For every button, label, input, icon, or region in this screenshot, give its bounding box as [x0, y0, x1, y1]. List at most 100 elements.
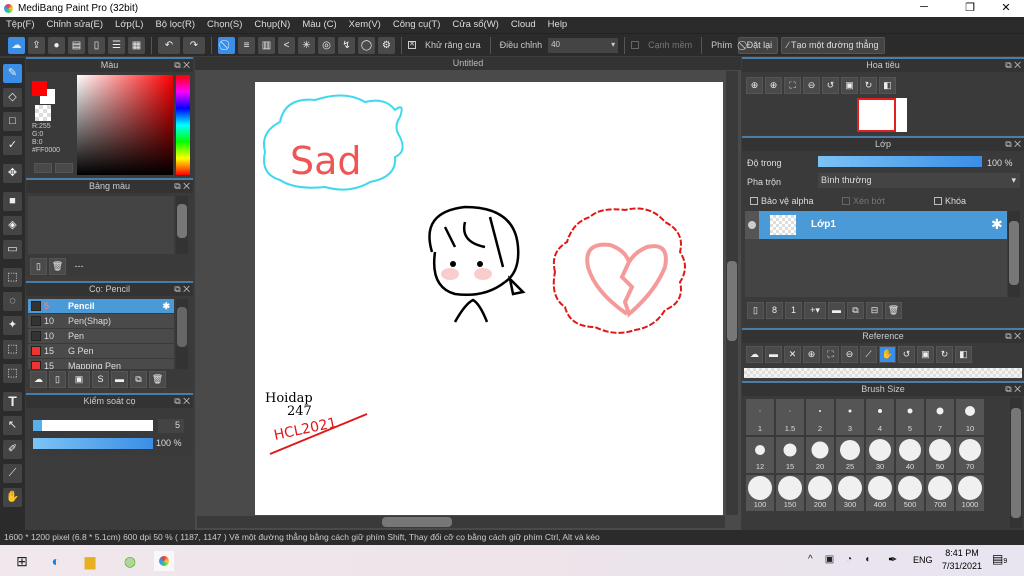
float-close-icon[interactable]: ⧉ ✕ [174, 283, 190, 296]
menu-file[interactable]: Tệp(F) [0, 17, 41, 33]
flip-icon[interactable]: ◧ [879, 77, 896, 94]
adjust-select[interactable]: 40 ▾ [548, 37, 619, 53]
windows-start-icon[interactable]: ⊞ [12, 551, 32, 571]
menu-window[interactable]: Cửa sổ(W) [446, 17, 504, 33]
notification-icon[interactable]: ▤9 [992, 552, 1007, 566]
cloud-download-icon[interactable]: ☁ [30, 371, 47, 388]
brush-size-option[interactable]: 500 [896, 475, 924, 511]
primary-color-swatch[interactable] [32, 81, 47, 96]
new-palette-icon[interactable]: ▯ [30, 258, 47, 275]
reset-rotate-icon[interactable]: ▣ [841, 77, 858, 94]
menu-snap[interactable]: Chụp(N) [248, 17, 296, 33]
rotate-right-icon[interactable]: ↻ [936, 346, 953, 363]
brush-size-option[interactable]: 300 [836, 475, 864, 511]
trash-icon[interactable]: 🗑 [49, 258, 66, 275]
radial-snap-icon[interactable]: ✳ [298, 36, 315, 54]
brush-size-option[interactable]: 15 [776, 437, 804, 473]
clock[interactable]: 8:41 PM 7/31/2021 [942, 548, 982, 571]
edge-browser-icon[interactable]: ◐ [46, 551, 66, 571]
zoom-in-icon[interactable]: ⊕ [803, 346, 820, 363]
hue-slider[interactable] [176, 75, 190, 175]
undo-icon[interactable]: ↶ [158, 36, 180, 54]
brush-size-option[interactable]: 2 [806, 399, 834, 435]
eyedropper-tool-icon[interactable]: ⟋ [3, 464, 22, 483]
cloud-download-icon[interactable]: ☁ [746, 346, 763, 363]
merge-layer-icon[interactable]: ⊟ [866, 302, 883, 319]
brush-size-option[interactable]: 30 [866, 437, 894, 473]
brush-size-option[interactable]: 7 [926, 399, 954, 435]
folder-icon[interactable]: ▬ [828, 302, 845, 319]
zoom-actual-icon[interactable]: ⊕ [746, 77, 763, 94]
brush-size-option[interactable]: 70 [956, 437, 984, 473]
gear-icon[interactable]: ✱ [991, 216, 1003, 233]
parallel-snap-icon[interactable]: ≡ [238, 36, 255, 54]
page-icon[interactable]: ▯ [88, 36, 105, 54]
menu-filter[interactable]: Bộ lọc(R) [149, 17, 201, 33]
eyedropper-icon[interactable]: ⟋ [860, 346, 877, 363]
document-tab[interactable]: Untitled [195, 57, 741, 70]
app-icon[interactable]: ◍ [120, 551, 140, 571]
menu-cloud[interactable]: Cloud [505, 17, 542, 33]
brush-size-option[interactable]: 400 [866, 475, 894, 511]
operation-tool-icon[interactable]: ↖ [3, 416, 22, 435]
palette-area[interactable] [28, 196, 174, 254]
menu-tools[interactable]: Công cụ(T) [387, 17, 447, 33]
brush-size-option[interactable]: 150 [776, 475, 804, 511]
navigator-thumbnail[interactable] [857, 98, 907, 132]
hand-icon[interactable]: ✋ [879, 346, 896, 363]
new-layer-icon[interactable]: ▯ [747, 302, 764, 319]
rotate-left-icon[interactable]: ↺ [822, 77, 839, 94]
new-halftone-layer-icon[interactable]: 8 [766, 302, 783, 319]
brush-size-option[interactable]: 25 [836, 437, 864, 473]
rotate-left-icon[interactable]: ↺ [898, 346, 915, 363]
zoom-out-icon[interactable]: ⊖ [803, 77, 820, 94]
circle-snap-icon[interactable]: ◎ [318, 36, 335, 54]
move-tool-icon[interactable]: ✥ [3, 164, 22, 183]
comment-icon[interactable]: ● [48, 36, 65, 54]
reset-button[interactable]: ⃠ Đặt lại [738, 36, 779, 54]
brush-item[interactable]: 5 Pencil ✱ [28, 299, 174, 314]
rotate-right-icon[interactable]: ↻ [860, 77, 877, 94]
brush-size-option[interactable]: 3 [836, 399, 864, 435]
brush-size-option[interactable]: 200 [806, 475, 834, 511]
transparent-color-swatch[interactable] [35, 105, 51, 121]
lasso-tool-icon[interactable]: ◌ [3, 292, 22, 311]
eraser-tool-icon[interactable]: ◇ [3, 88, 22, 107]
brush-size-option[interactable]: 100 [746, 475, 774, 511]
layer-opacity-slider[interactable] [818, 156, 982, 167]
trash-icon[interactable]: 🗑 [149, 371, 166, 388]
select-rect-tool-icon[interactable]: ⬚ [3, 268, 22, 287]
blend-mode-select[interactable]: Bình thường ▾ [818, 173, 1020, 188]
protect-alpha-checkbox[interactable]: Bảo vệ alpha [750, 196, 814, 206]
float-close-icon[interactable]: ⧉ ✕ [1005, 383, 1021, 396]
script-brush-icon[interactable]: S [92, 371, 109, 388]
menu-color[interactable]: Màu (C) [296, 17, 342, 33]
redo-icon[interactable]: ↷ [183, 36, 205, 54]
bucket-tool-icon[interactable]: ◈ [3, 216, 22, 235]
horizontal-scrollbar[interactable] [197, 516, 725, 528]
gradient-tool-icon[interactable]: ▭ [3, 240, 22, 259]
antialias-checkbox[interactable]: ✕ [408, 41, 416, 49]
flip-icon[interactable]: ◧ [955, 346, 972, 363]
brush-item[interactable]: 10 Pen(Shap) [28, 314, 174, 329]
brush-size-slider[interactable] [33, 420, 153, 431]
duplicate-layer-icon[interactable]: ⧉ [847, 302, 864, 319]
color-mode-button[interactable] [34, 163, 52, 173]
system-tray-icons[interactable]: ^▣◔◖ [808, 554, 882, 565]
cloud-icon[interactable]: ☁ [8, 36, 25, 54]
float-close-icon[interactable]: ⧉ ✕ [1005, 138, 1021, 151]
float-close-icon[interactable]: ⧉ ✕ [174, 395, 190, 408]
lock-checkbox[interactable]: Khóa [934, 196, 966, 206]
brush-tool-icon[interactable]: ✎ [3, 64, 22, 83]
duplicate-icon[interactable]: ⧉ [130, 371, 147, 388]
brush-size-option[interactable]: 40 [896, 437, 924, 473]
brush-size-option[interactable]: 1000 [956, 475, 984, 511]
folder-icon[interactable]: ▬ [111, 371, 128, 388]
dot-tool-icon[interactable]: □ [3, 112, 22, 131]
float-close-icon[interactable]: ⧉ ✕ [1005, 59, 1021, 72]
trash-icon[interactable]: 🗑 [885, 302, 902, 319]
grid-icon[interactable]: ▦ [128, 36, 145, 54]
clip-checkbox[interactable]: Xén bớt [842, 196, 885, 206]
brush-item[interactable]: 15 Mapping Pen [28, 359, 174, 369]
minimize-button[interactable]: ─ [910, 1, 938, 16]
